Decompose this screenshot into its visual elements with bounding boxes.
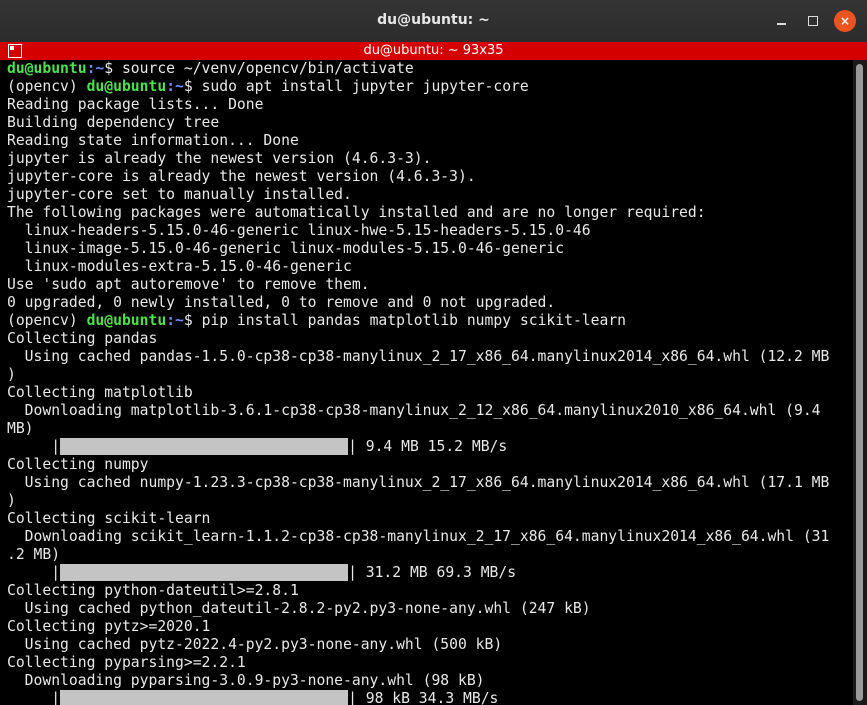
prompt-line: du@ubuntu:~$ source ~/venv/opencv/bin/ac… xyxy=(7,60,850,78)
output-line: Collecting pyparsing>=2.2.1 xyxy=(7,654,246,671)
window-title: du@ubuntu: ~ xyxy=(377,12,490,28)
output-line: Collecting scikit-learn xyxy=(7,510,211,527)
output-line: Using cached numpy-1.23.3-cp38-cp38-many… xyxy=(7,474,830,491)
scrollbar-thumb[interactable] xyxy=(856,64,863,701)
prompt-user-host: du@ubuntu xyxy=(86,78,167,95)
output-line: linux-modules-extra-5.15.0-46-generic xyxy=(7,258,352,275)
output-line: Reading package lists... Done xyxy=(7,96,264,113)
output-line: Using cached pandas-1.5.0-cp38-cp38-many… xyxy=(7,348,830,365)
progress-prefix: | xyxy=(7,564,61,581)
output-line: MB) xyxy=(7,420,34,437)
progress-stats: | 9.4 MB 15.2 MB/s xyxy=(348,438,508,455)
output-line: Using cached pytz-2022.4-py2.py3-none-an… xyxy=(7,636,503,653)
output-line: jupyter-core set to manually installed. xyxy=(7,186,352,203)
prompt-symbol: $ xyxy=(183,78,202,95)
command-text: source ~/venv/opencv/bin/activate xyxy=(121,60,414,77)
output-line: jupyter-core is already the newest versi… xyxy=(7,168,476,185)
tab-title: du@ubuntu: ~ 93x35 xyxy=(363,43,504,58)
maximize-button[interactable] xyxy=(802,10,824,32)
output-line: Collecting python-dateutil>=2.8.1 xyxy=(7,582,299,599)
progress-stats: | 31.2 MB 69.3 MB/s xyxy=(348,564,517,581)
output-line: ) xyxy=(7,366,16,383)
minimize-icon xyxy=(776,23,786,25)
command-text: pip install pandas matplotlib numpy scik… xyxy=(201,312,627,329)
progress-bar xyxy=(60,564,349,581)
minimize-button[interactable] xyxy=(770,10,792,32)
output-line: Collecting numpy xyxy=(7,456,149,473)
output-line: linux-image-5.15.0-46-generic linux-modu… xyxy=(7,240,565,257)
prompt-line: (opencv) du@ubuntu:~$ pip install pandas… xyxy=(7,312,850,330)
progress-line: | | 9.4 MB 15.2 MB/s xyxy=(7,438,850,456)
close-icon: × xyxy=(839,14,851,28)
output-line: Collecting matplotlib xyxy=(7,384,193,401)
output-line: linux-headers-5.15.0-46-generic linux-hw… xyxy=(7,222,591,239)
prompt-symbol: $ xyxy=(104,60,122,77)
prompt-symbol: $ xyxy=(183,312,202,329)
output-line: Downloading scikit_learn-1.1.2-cp38-cp38… xyxy=(7,528,830,545)
prompt-user-host: du@ubuntu xyxy=(7,60,87,77)
progress-bar xyxy=(60,438,349,455)
close-button[interactable]: × xyxy=(834,10,856,32)
output-line: ) xyxy=(7,492,16,509)
output-line: 0 upgraded, 0 newly installed, 0 to remo… xyxy=(7,294,556,311)
prompt-line: (opencv) du@ubuntu:~$ sudo apt install j… xyxy=(7,78,850,96)
progress-bar xyxy=(60,690,349,705)
output-line: Use 'sudo apt autoremove' to remove them… xyxy=(7,276,370,293)
output-line: Reading state information... Done xyxy=(7,132,299,149)
output-line: Collecting pandas xyxy=(7,330,158,347)
progress-prefix: | xyxy=(7,438,61,455)
output-line: Collecting pytz>=2020.1 xyxy=(7,618,211,635)
output-line: .2 MB) xyxy=(7,546,61,563)
command-text: sudo apt install jupyter jupyter-core xyxy=(201,78,529,95)
title-bar[interactable]: du@ubuntu: ~ × xyxy=(0,0,867,44)
prompt-user-host: du@ubuntu xyxy=(86,312,167,329)
output-line: Using cached python_dateutil-2.8.2-py2.p… xyxy=(7,600,591,617)
progress-prefix: | xyxy=(7,690,61,705)
progress-line: | | 98 kB 34.3 MB/s xyxy=(7,690,850,705)
venv-label: (opencv) xyxy=(7,312,87,329)
prompt-path: :~ xyxy=(86,60,105,77)
terminal-tab[interactable]: du@ubuntu: ~ 93x35 xyxy=(0,42,867,60)
progress-line: | | 31.2 MB 69.3 MB/s xyxy=(7,564,850,582)
maximize-icon xyxy=(808,16,818,26)
output-line: Building dependency tree xyxy=(7,114,220,131)
venv-label: (opencv) xyxy=(7,78,87,95)
output-line: The following packages were automaticall… xyxy=(7,204,706,221)
terminal-output[interactable]: du@ubuntu:~$ source ~/venv/opencv/bin/ac… xyxy=(7,60,850,705)
output-line: Downloading matplotlib-3.6.1-cp38-cp38-m… xyxy=(7,402,821,419)
prompt-path: :~ xyxy=(166,312,184,329)
output-line: jupyter is already the newest version (4… xyxy=(7,150,432,167)
progress-stats: | 98 kB 34.3 MB/s xyxy=(348,690,499,705)
output-line: Downloading pyparsing-3.0.9-py3-none-any… xyxy=(7,672,485,689)
prompt-path: :~ xyxy=(166,78,184,95)
terminal-window: du@ubuntu: ~ × du@ubuntu: ~ 93x35 du@ubu… xyxy=(0,0,867,705)
scrollbar[interactable] xyxy=(853,60,867,705)
